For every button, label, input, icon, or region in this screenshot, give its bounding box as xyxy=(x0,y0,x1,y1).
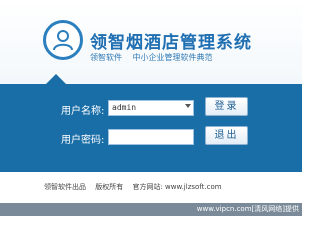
password-label: 用户密码: xyxy=(61,135,105,146)
tagline: 领智软件 中小企业管理软件典范 xyxy=(90,52,221,63)
footer-info: 领智软件出品 版权所有 官方网站: www.jlzsoft.com xyxy=(44,182,229,192)
password-field[interactable] xyxy=(108,129,194,145)
footer-website: 官方网站: www.jlzsoft.com xyxy=(132,183,222,191)
tagline-slogan: 中小企业管理软件典范 xyxy=(132,53,213,62)
username-select[interactable]: admin xyxy=(108,100,194,116)
watermark-bar: www.vipcn.com[清风网络]提供 xyxy=(0,203,302,216)
watermark-text: www.vipcn.com[清风网络]提供 xyxy=(196,205,299,213)
app-title: 领智烟酒店管理系统 xyxy=(90,33,252,53)
username-value: admin xyxy=(112,103,137,112)
header: 领智烟酒店管理系统 领智软件 中小企业管理软件典范 xyxy=(0,0,302,84)
tagline-brand: 领智软件 xyxy=(90,53,122,62)
username-row: 用户名称: admin 登录 xyxy=(0,97,302,119)
exit-button[interactable]: 退出 xyxy=(205,126,248,145)
footer-copyright: 版权所有 xyxy=(95,183,124,191)
footer-publisher: 领智软件出品 xyxy=(44,183,86,191)
user-icon xyxy=(43,20,83,60)
username-label: 用户名称: xyxy=(61,106,105,117)
password-row: 用户密码: 退出 xyxy=(0,126,302,148)
login-button[interactable]: 登录 xyxy=(205,97,248,116)
login-window: 领智烟酒店管理系统 领智软件 中小企业管理软件典范 用户名称: admin 登录… xyxy=(0,0,302,216)
chevron-down-icon[interactable] xyxy=(185,104,191,108)
